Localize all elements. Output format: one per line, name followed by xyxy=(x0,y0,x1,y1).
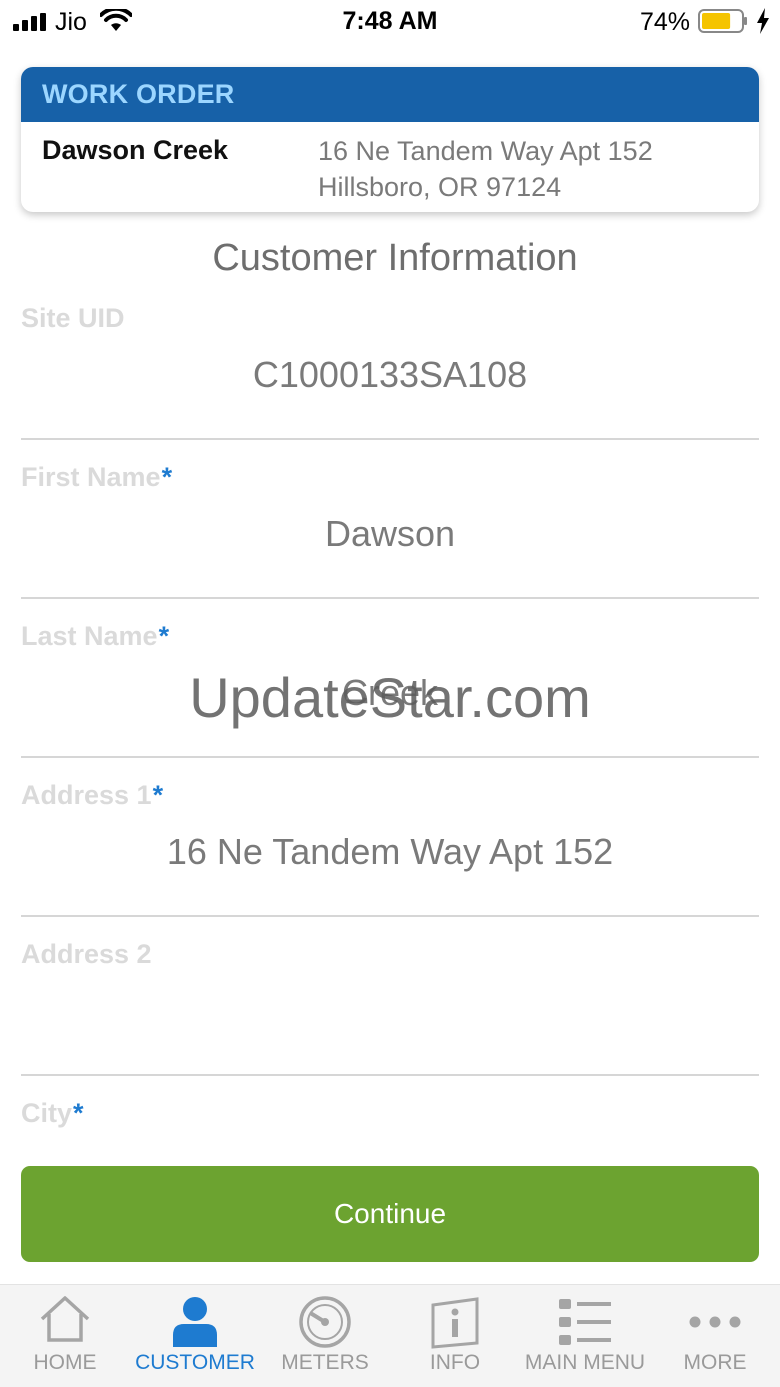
site-uid-label: Site UID xyxy=(21,303,125,333)
tab-info[interactable]: INFO xyxy=(390,1285,520,1387)
person-icon xyxy=(173,1297,217,1347)
work-order-address-line1: 16 Ne Tandem Way Apt 152 xyxy=(318,136,653,166)
list-menu-icon xyxy=(559,1299,611,1345)
info-icon xyxy=(431,1297,479,1349)
required-mark: * xyxy=(158,621,170,651)
address2-field[interactable]: Address 2 xyxy=(21,917,759,1076)
work-order-title: WORK ORDER xyxy=(42,79,235,109)
more-dots-icon xyxy=(689,1316,741,1328)
first-name-field[interactable]: First Name* Dawson xyxy=(21,440,759,599)
bottom-tab-bar: HOME CUSTOMER METERS INFO MAIN MENU MORE xyxy=(0,1284,780,1387)
required-mark: * xyxy=(152,780,164,810)
tab-more[interactable]: MORE xyxy=(650,1285,780,1387)
tab-meters[interactable]: METERS xyxy=(260,1285,390,1387)
tab-home[interactable]: HOME xyxy=(0,1285,130,1387)
meter-gauge-icon xyxy=(299,1296,351,1348)
home-icon xyxy=(40,1296,90,1342)
section-title: Customer Information xyxy=(212,237,578,279)
first-name-label: First Name* xyxy=(21,462,173,492)
tab-customer-label: CUSTOMER xyxy=(135,1351,255,1374)
first-name-value[interactable]: Dawson xyxy=(21,513,759,555)
required-mark: * xyxy=(161,462,173,492)
status-bar: Jio 7:48 AM 74% xyxy=(0,0,780,44)
charging-bolt-icon xyxy=(757,8,769,34)
battery-percent: 74% xyxy=(639,8,690,36)
tab-more-label: MORE xyxy=(683,1351,747,1374)
last-name-field[interactable]: Last Name* Creek xyxy=(21,599,759,758)
tab-main-menu[interactable]: MAIN MENU xyxy=(520,1285,650,1387)
work-order-customer-name: Dawson Creek xyxy=(42,135,229,165)
work-order-header: WORK ORDER xyxy=(21,67,759,122)
address1-value[interactable]: 16 Ne Tandem Way Apt 152 xyxy=(21,831,759,873)
last-name-value[interactable]: Creek xyxy=(21,672,759,714)
work-order-card: WORK ORDER Dawson Creek 16 Ne Tandem Way… xyxy=(21,67,759,212)
required-mark: * xyxy=(73,1098,84,1128)
battery-icon xyxy=(698,9,747,33)
work-order-address-line2: Hillsboro, OR 97124 xyxy=(318,172,562,202)
address1-field[interactable]: Address 1* 16 Ne Tandem Way Apt 152 xyxy=(21,758,759,917)
site-uid-field[interactable]: Site UID C1000133SA108 xyxy=(21,281,759,440)
tab-info-label: INFO xyxy=(429,1351,481,1374)
work-order-address: 16 Ne Tandem Way Apt 152 Hillsboro, OR 9… xyxy=(318,133,653,205)
continue-button[interactable]: Continue xyxy=(21,1166,759,1262)
address1-label: Address 1* xyxy=(21,780,164,810)
city-label: City* xyxy=(21,1098,84,1128)
tab-customer[interactable]: CUSTOMER xyxy=(130,1285,260,1387)
tab-home-label: HOME xyxy=(33,1351,97,1374)
tab-main-menu-label: MAIN MENU xyxy=(524,1351,646,1374)
site-uid-value: C1000133SA108 xyxy=(252,354,528,395)
city-field[interactable]: City* xyxy=(21,1076,759,1156)
tab-meters-label: METERS xyxy=(281,1351,369,1374)
last-name-label: Last Name* xyxy=(21,621,170,651)
address2-label: Address 2 xyxy=(21,939,152,969)
